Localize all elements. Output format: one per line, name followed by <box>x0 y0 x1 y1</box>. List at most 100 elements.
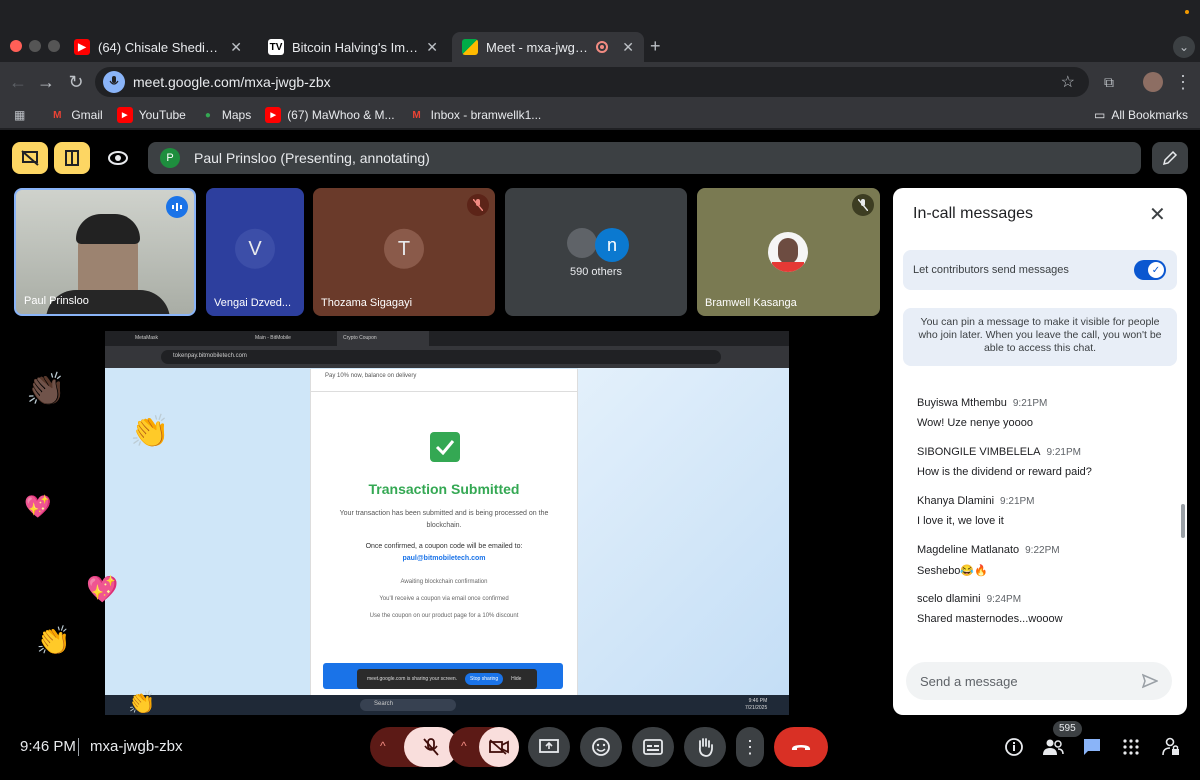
meeting-code: mxa-jwgb-zbx <box>90 738 183 755</box>
message-time: 9:21PM <box>1012 398 1048 409</box>
camera-toggle-button[interactable] <box>479 727 519 767</box>
browser-chrome: ▶ (64) Chisale Shedia cover - Y ✕ TV Bit… <box>0 0 1200 130</box>
profile-avatar[interactable] <box>1143 72 1163 92</box>
raise-hand-button[interactable] <box>684 727 726 767</box>
gmail-icon: M <box>53 109 62 121</box>
minimize-window-button[interactable] <box>29 40 41 52</box>
shared-page-background <box>578 368 789 695</box>
participant-name: Vengai Dzved... <box>214 297 292 309</box>
bookmark-youtube[interactable]: ▶ YouTube <box>116 107 186 123</box>
participant-avatar <box>567 228 597 258</box>
shared-tab: Main - BitMobile <box>255 335 291 341</box>
close-tab-icon[interactable]: ✕ <box>426 39 438 56</box>
extensions-icon[interactable]: ⧉ <box>1097 70 1121 94</box>
layout-button[interactable] <box>54 142 90 174</box>
eye-icon <box>108 151 128 165</box>
captions-button[interactable] <box>632 727 674 767</box>
microphone-site-icon[interactable] <box>103 71 125 93</box>
contributors-toggle[interactable]: ✓ <box>1134 260 1166 280</box>
present-screen-button[interactable] <box>528 727 570 767</box>
transaction-body: Your transaction has been submitted and … <box>339 510 549 529</box>
close-tab-icon[interactable]: ✕ <box>230 39 242 56</box>
participant-tile-thozama[interactable]: T Thozama Sigagayi <box>313 188 495 316</box>
hand-icon <box>698 738 713 757</box>
participant-avatar: T <box>384 228 424 269</box>
back-button[interactable]: ← <box>6 70 30 94</box>
message-input[interactable]: Send a message <box>906 662 1172 700</box>
bookmark-inbox[interactable]: M Inbox - bramwellk1... <box>409 107 541 123</box>
layout-icon <box>65 150 79 166</box>
bookmark-gmail[interactable]: M Gmail <box>49 107 103 123</box>
participant-avatar: n <box>595 228 629 262</box>
chat-info: You can pin a message to make it visible… <box>903 308 1177 366</box>
leave-call-button[interactable] <box>774 727 828 767</box>
clap-reaction: 👏 <box>128 690 156 715</box>
message-text: I love it, we love it <box>917 515 1004 527</box>
folder-icon: ▭ <box>1093 108 1106 122</box>
activities-button[interactable] <box>1115 731 1147 763</box>
bookmark-maps[interactable]: ● Maps <box>200 107 251 123</box>
shared-tab-active: Crypto Coupon <box>337 331 429 346</box>
more-options-button[interactable]: ⋮ <box>736 727 764 767</box>
participant-tile-others[interactable]: n 590 others <box>505 188 687 316</box>
clap-reaction: 👏 <box>36 625 71 656</box>
message-text: Shared masternodes...wooow <box>917 613 1063 625</box>
visibility-button[interactable] <box>100 142 136 174</box>
bookmark-mawhoo[interactable]: ▶ (67) MaWhoo & M... <box>265 107 395 123</box>
close-window-button[interactable] <box>10 40 22 52</box>
participant-avatar <box>768 232 808 272</box>
check-icon: ✓ <box>1148 262 1164 278</box>
apps-grid-icon[interactable]: ▦ <box>14 108 25 122</box>
youtube-icon: ▶ <box>116 107 133 123</box>
message-sender: Khanya Dlamini <box>917 495 995 507</box>
meeting-info-button[interactable] <box>998 731 1030 763</box>
chat-button[interactable] <box>1076 731 1108 763</box>
message-time: 9:21PM <box>1046 447 1081 458</box>
status-step: Use the coupon on our product page for a… <box>369 613 519 619</box>
participant-tile-bramwell[interactable]: Bramwell Kasanga <box>697 188 880 316</box>
chat-icon <box>1084 739 1100 755</box>
close-tab-icon[interactable]: ✕ <box>622 39 634 56</box>
message-sender: Buyiswa Mthembu <box>917 397 1007 409</box>
send-icon[interactable] <box>1142 673 1158 689</box>
browser-menu-icon[interactable]: ⋮ <box>1171 70 1195 94</box>
tab-search-button[interactable]: ⌄ <box>1173 36 1195 58</box>
chevron-up-icon[interactable]: ^ <box>461 739 467 753</box>
shared-browser-tabs: MetaMask Main - BitMobile Crypto Coupon <box>105 331 789 346</box>
participant-tile-vengai[interactable]: V Vengai Dzved... <box>206 188 304 316</box>
camera-control: ^ <box>449 727 519 767</box>
close-chat-button[interactable]: ✕ <box>1149 202 1166 227</box>
all-bookmarks-button[interactable]: ▭ All Bookmarks <box>1094 108 1188 122</box>
message-text: Wow! Uze nenye yoooo <box>917 417 1033 429</box>
tab-bitcoin[interactable]: TV Bitcoin Halving's Impact Anal ✕ <box>258 32 448 62</box>
reactions-button[interactable] <box>580 727 622 767</box>
address-bar[interactable]: meet.google.com/mxa-jwgb-zbx ☆ <box>95 67 1089 97</box>
new-tab-button[interactable]: + <box>650 36 661 57</box>
tab-youtube[interactable]: ▶ (64) Chisale Shedia cover - Y ✕ <box>64 32 252 62</box>
bookmark-star-icon[interactable]: ☆ <box>1061 72 1075 92</box>
pen-icon <box>1162 150 1178 166</box>
reload-button[interactable]: ↻ <box>64 70 88 94</box>
clock-time: 9:46 PM <box>748 698 768 704</box>
shared-screen: MetaMask Main - BitMobile Crypto Coupon … <box>105 331 789 715</box>
shared-tab: MetaMask <box>135 335 159 341</box>
email-address: paul@bitmobiletech.com <box>402 555 486 562</box>
mic-off-icon <box>467 194 489 216</box>
tv-icon: TV <box>268 39 284 55</box>
shared-taskbar: Search 9:46 PM 7/21/2025 <box>105 695 789 715</box>
annotate-button[interactable] <box>1152 142 1188 174</box>
cap-shape <box>76 214 140 244</box>
shared-url: tokenpay.bitmobiletech.com <box>161 350 721 364</box>
participant-tile-paul[interactable]: Paul Prinsloo <box>14 188 196 316</box>
maximize-window-button[interactable] <box>48 40 60 52</box>
chevron-up-icon[interactable]: ^ <box>380 739 386 753</box>
host-controls-button[interactable] <box>1155 731 1187 763</box>
screen-share-off-button[interactable] <box>12 142 48 174</box>
participant-name: Thozama Sigagayi <box>321 297 413 309</box>
checkmark-icon <box>430 432 460 462</box>
chat-panel: In-call messages ✕ Let contributors send… <box>893 188 1187 715</box>
chat-message: Magdeline Matlanato 9:22PM Seshebo😂🔥 <box>917 544 1177 577</box>
forward-button[interactable]: → <box>34 70 58 94</box>
tab-meet[interactable]: Meet - mxa-jwgb-zbx ✕ <box>452 32 644 62</box>
chat-scrollbar[interactable] <box>1181 504 1185 538</box>
